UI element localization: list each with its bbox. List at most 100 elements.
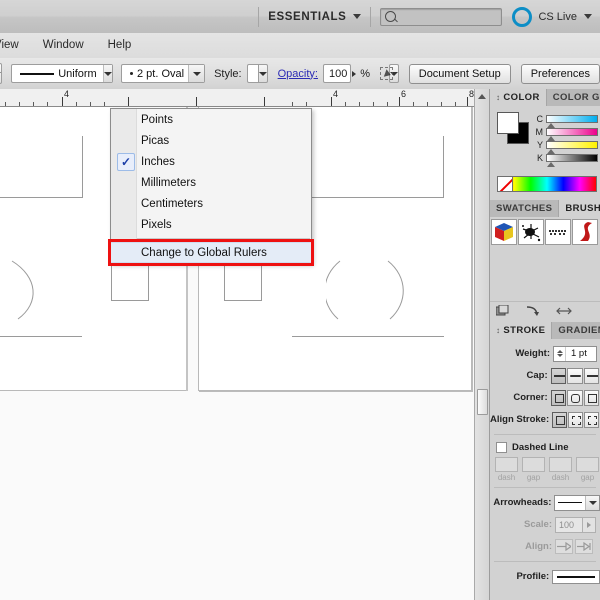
round-cap-icon[interactable] xyxy=(567,367,583,384)
cube-brush[interactable] xyxy=(491,219,517,245)
slider-track[interactable] xyxy=(546,127,598,136)
ruler-units-context-menu[interactable]: Points Picas ✓ Inches Millimeters Centim… xyxy=(108,108,314,266)
slider-track[interactable] xyxy=(546,140,598,149)
red-ribbon-brush[interactable] xyxy=(572,219,598,245)
brush-definition-value: 2 pt. Oval xyxy=(137,67,185,80)
color-panel-tabs[interactable]: ↕ COLOR COLOR GU xyxy=(490,89,600,106)
artwork-line xyxy=(292,336,444,337)
align-center-icon[interactable] xyxy=(552,411,568,428)
bevel-join-icon[interactable] xyxy=(583,389,599,406)
menu-item-millimeters[interactable]: Millimeters xyxy=(111,172,311,193)
dash-field-1[interactable] xyxy=(495,457,518,472)
menu-help[interactable]: Help xyxy=(96,33,144,58)
color-slider-c[interactable]: C xyxy=(532,112,600,125)
libraries-icon[interactable] xyxy=(495,304,510,320)
align-arrow-end-icon[interactable] xyxy=(575,539,593,554)
brushes-panel-body xyxy=(490,217,600,322)
ink-splat-brush[interactable] xyxy=(518,219,544,245)
arrowheads-row: Arrowheads: xyxy=(490,493,600,512)
menu-item-picas[interactable]: Picas xyxy=(111,130,311,151)
style-swatch[interactable] xyxy=(246,64,259,83)
tab-color[interactable]: ↕ COLOR xyxy=(490,89,547,106)
menu-window[interactable]: Window xyxy=(31,33,96,58)
document-setup-button[interactable]: Document Setup xyxy=(408,63,511,84)
weight-stepper[interactable] xyxy=(554,346,566,361)
slider-track[interactable] xyxy=(546,153,598,162)
transparency-icon[interactable] xyxy=(379,66,394,82)
options-icon[interactable] xyxy=(556,305,572,320)
opacity-label[interactable]: Opacity: xyxy=(278,68,318,80)
menu-item-points[interactable]: Points xyxy=(111,109,311,130)
brushes-panel-tabs[interactable]: SWATCHES BRUSHES xyxy=(490,200,600,217)
stroke-weight-input[interactable]: 1 pt xyxy=(553,345,597,362)
profile-uniform-icon xyxy=(557,575,595,578)
brushes-panel-footer[interactable] xyxy=(490,301,600,322)
vertical-scrollbar[interactable] xyxy=(474,89,490,600)
tab-brushes[interactable]: BRUSHES xyxy=(559,200,600,217)
align-inside-icon[interactable] xyxy=(568,411,584,428)
stroke-profile-combo[interactable]: Uniform xyxy=(11,64,113,83)
slider-thumb[interactable] xyxy=(547,162,555,167)
tab-label: STROKE xyxy=(503,325,546,336)
dashed-line-checkbox[interactable] xyxy=(496,442,507,453)
tab-gradient[interactable]: GRADIEN xyxy=(552,322,600,339)
cs-live-button[interactable]: CS Live xyxy=(512,6,592,27)
menu-view[interactable]: View xyxy=(0,33,31,58)
stroke-panel-body: Weight: 1 pt Cap: Corner: Align Stroke: … xyxy=(490,339,600,584)
color-slider-y[interactable]: Y xyxy=(532,138,600,151)
stroke-color-dropdown[interactable] xyxy=(0,63,2,84)
round-join-icon[interactable] xyxy=(567,389,583,406)
slider-thumb[interactable] xyxy=(547,136,555,141)
profile-label: Profile: xyxy=(516,571,550,582)
preferences-button[interactable]: Preferences xyxy=(520,63,600,84)
arrowhead-start-combo[interactable] xyxy=(554,494,600,511)
menu-item-label: Centimeters xyxy=(141,197,203,210)
brush-definition-combo[interactable]: 2 pt. Oval xyxy=(121,64,206,83)
scroll-up-arrow[interactable] xyxy=(478,94,486,99)
horizontal-ruler[interactable]: 4 4 6 8 xyxy=(0,89,475,107)
dash-field-2[interactable] xyxy=(549,457,572,472)
style-dropdown-arrow[interactable] xyxy=(258,64,268,83)
menu-item-centimeters[interactable]: Centimeters xyxy=(111,193,311,214)
slider-label: Y xyxy=(536,139,543,150)
menu-item-pixels[interactable]: Pixels xyxy=(111,214,311,235)
chevron-down-icon[interactable] xyxy=(102,65,112,82)
gap-field-1[interactable] xyxy=(522,457,545,472)
remove-brush-link-icon[interactable] xyxy=(526,305,540,320)
slider-track[interactable] xyxy=(546,114,598,123)
none-swatch-icon[interactable] xyxy=(497,176,513,192)
divider xyxy=(258,6,260,27)
align-arrow-tip-icon[interactable] xyxy=(555,539,573,554)
menu-item-change-to-global-rulers[interactable]: Change to Global Rulers xyxy=(111,242,311,263)
menu-item-label: Points xyxy=(141,113,173,126)
scale-stepper[interactable] xyxy=(583,516,596,533)
gap-field-2[interactable] xyxy=(576,457,599,472)
profile-combo[interactable] xyxy=(552,569,600,584)
slider-thumb[interactable] xyxy=(547,123,555,128)
scrollbar-thumb[interactable] xyxy=(477,389,488,415)
scale-input[interactable]: 100 xyxy=(555,516,583,533)
butt-cap-icon[interactable] xyxy=(550,367,567,384)
opacity-input[interactable]: 100 xyxy=(322,64,352,83)
opacity-stepper[interactable] xyxy=(351,70,356,77)
color-slider-m[interactable]: M xyxy=(532,125,600,138)
slider-thumb[interactable] xyxy=(547,149,555,154)
search-input[interactable] xyxy=(380,7,503,26)
chevron-down-icon[interactable] xyxy=(188,65,205,82)
chevron-down-icon[interactable] xyxy=(585,495,599,510)
tab-stroke[interactable]: ↕ STROKE xyxy=(490,322,553,339)
brush-list[interactable] xyxy=(490,217,600,247)
artwork-line xyxy=(292,197,444,198)
tab-color-guide[interactable]: COLOR GU xyxy=(546,89,600,106)
stroke-panel-tabs[interactable]: ↕ STROKE GRADIEN xyxy=(490,322,600,339)
projecting-cap-icon[interactable] xyxy=(583,367,599,384)
opacity-value: 100 xyxy=(328,67,348,80)
dashed-line-row[interactable]: Dashed Line xyxy=(496,442,600,453)
align-outside-icon[interactable] xyxy=(584,411,599,428)
menu-item-inches[interactable]: ✓ Inches xyxy=(111,151,311,172)
dotted-pattern-brush[interactable] xyxy=(545,219,571,245)
tab-swatches[interactable]: SWATCHES xyxy=(490,200,560,217)
color-slider-k[interactable]: K xyxy=(532,151,600,164)
workspace-switcher[interactable]: ESSENTIALS xyxy=(268,11,362,23)
miter-join-icon[interactable] xyxy=(550,389,567,406)
